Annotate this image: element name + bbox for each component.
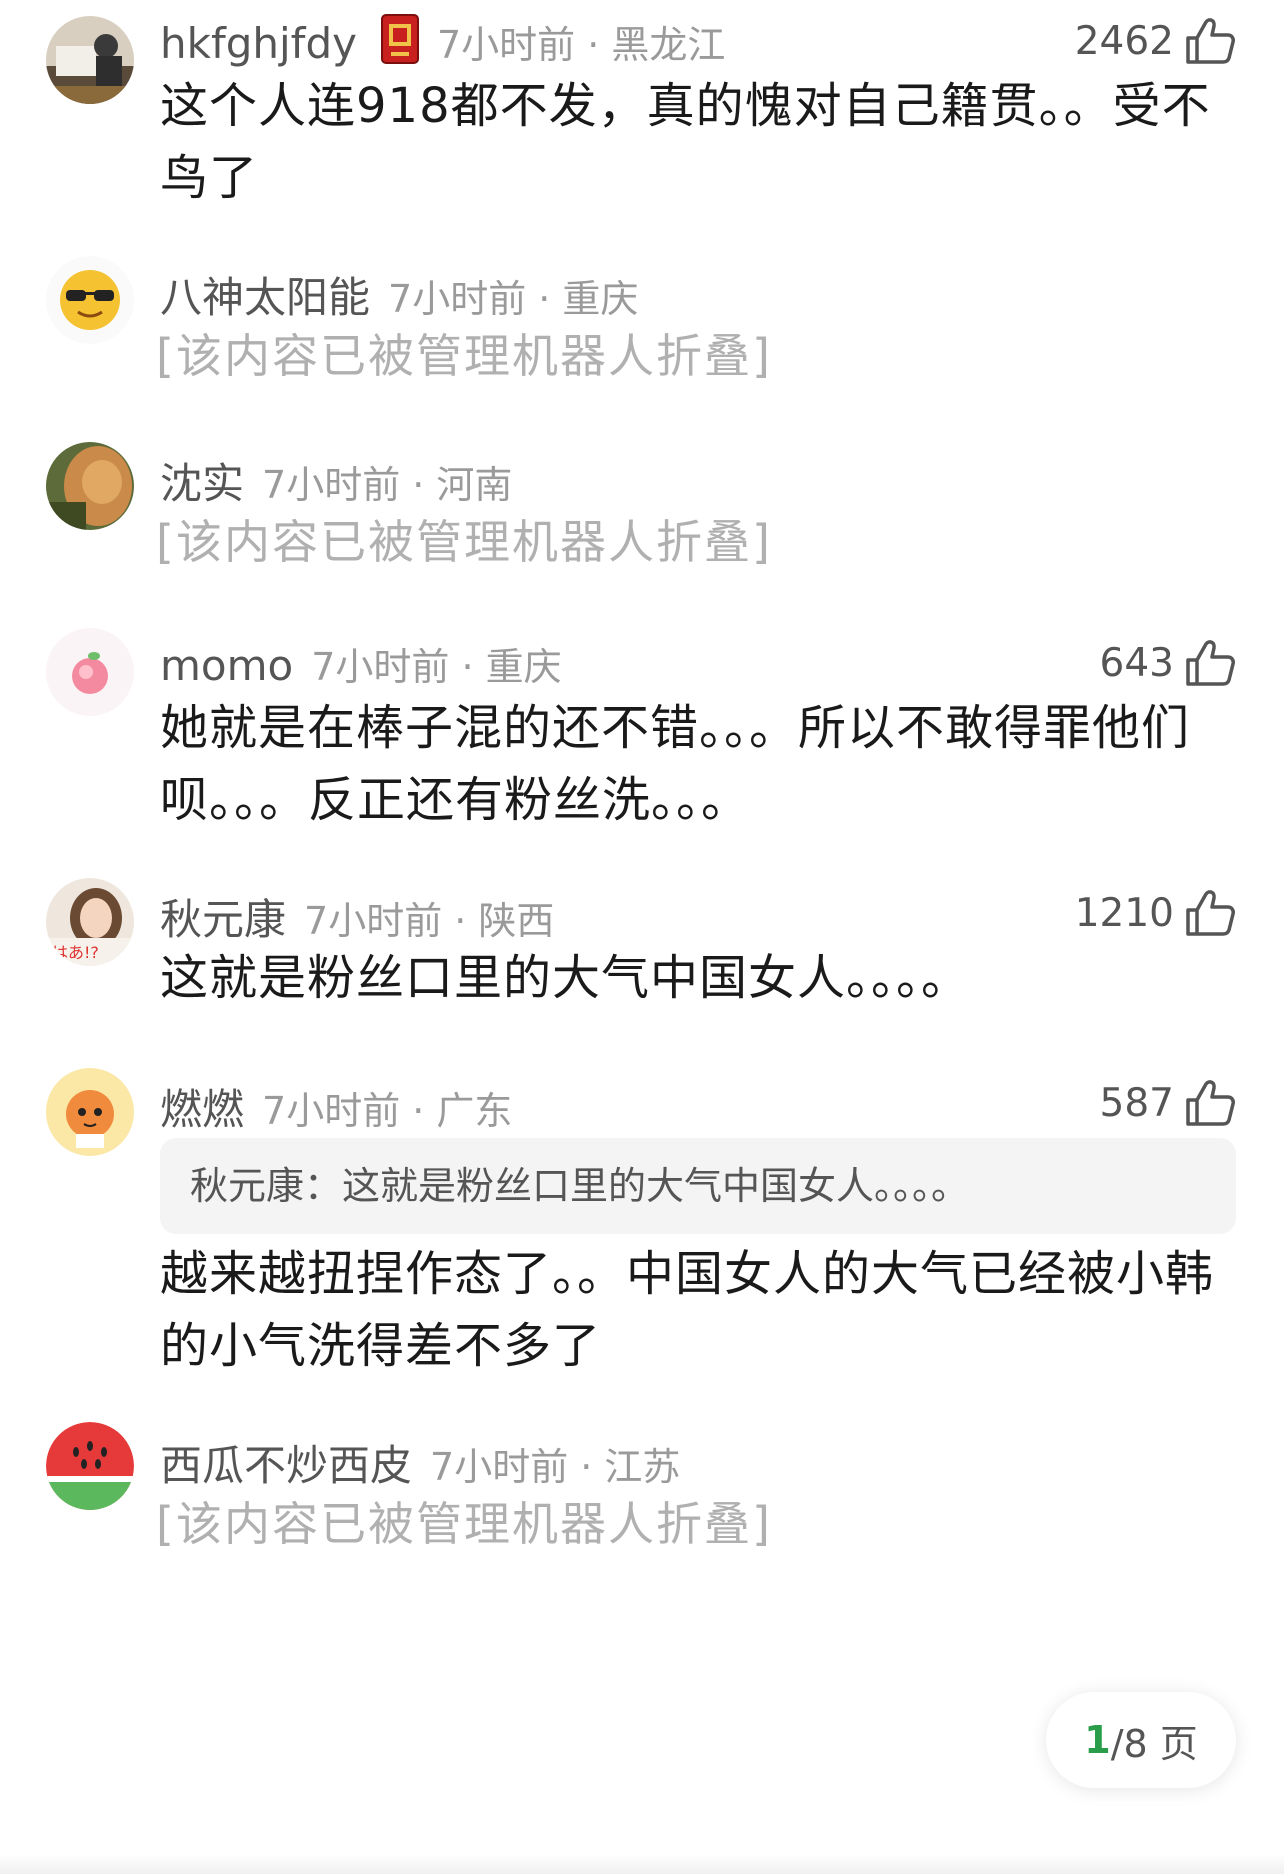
folded-content-notice[interactable]: [该内容已被管理机器人折叠] [156,1488,772,1554]
like-count: 643 [1099,640,1174,686]
comment-meta: 八神太阳能 7小时前 · 重庆 [160,264,638,322]
like-count: 1210 [1074,890,1174,936]
username[interactable]: 燃燃 [160,1076,244,1137]
thumbs-up-icon [1184,16,1236,66]
comment-meta: momo 7小时前 · 重庆 [160,636,562,690]
folded-content-notice[interactable]: [该内容已被管理机器人折叠] [156,506,772,572]
avatar[interactable] [46,1068,134,1156]
comment-text: 这个人连918都不发，真的愧对自己籍贯。。受不鸟了 [160,78,1211,206]
svg-text:はあ!?: はあ!? [52,943,99,962]
current-page: 1 [1084,1718,1111,1762]
comment-meta: 秋元康 7小时前 · 陕西 [160,886,554,944]
total-pages: /8 页 [1110,1721,1198,1766]
comment-meta: 燃燃 7小时前 · 广东 [160,1076,512,1134]
avatar[interactable] [46,16,134,104]
avatar[interactable]: はあ!? [46,878,134,966]
username[interactable]: 沈实 [160,450,244,511]
username[interactable]: 八神太阳能 [160,264,370,325]
avatar[interactable] [46,256,134,344]
time-location: 7小时前 · 重庆 [311,645,562,689]
thumbs-up-icon [1184,888,1236,938]
avatar[interactable] [46,1422,134,1510]
time-location: 7小时前 · 陕西 [304,899,555,943]
username[interactable]: 西瓜不炒西皮 [160,1432,412,1493]
like-button[interactable]: 587 [1100,1078,1236,1128]
girl-photo-icon: はあ!? [46,878,134,966]
like-count: 2462 [1074,18,1174,64]
comment-text: 这就是粉丝口里的大气中国女人。。。。 [160,950,971,1006]
cat-photo-icon [46,442,134,530]
comment-meta: 沈实 7小时前 · 河南 [160,450,512,508]
username[interactable]: hkfghjfdy [160,19,357,68]
comment-text: 越来越扭捏作态了。。中国女人的大气已经被小韩的小气洗得差不多了 [160,1246,1215,1374]
time-location: 7小时前 · 江苏 [430,1445,681,1489]
time-location: 7小时前 · 重庆 [388,277,639,321]
red-card-badge-icon [380,14,419,64]
like-button[interactable]: 1210 [1075,888,1236,938]
avatar[interactable] [46,628,134,716]
like-button[interactable]: 643 [1100,638,1236,688]
username[interactable]: momo [160,641,293,690]
time-location: 7小时前 · 河南 [262,463,513,507]
watermelon-icon [46,1422,134,1510]
comment-meta: 西瓜不炒西皮 7小时前 · 江苏 [160,1432,680,1490]
photo-avatar-icon [46,16,134,104]
like-count: 587 [1099,1080,1174,1126]
time-location: 7小时前 · 黑龙江 [436,23,726,67]
comment-meta: hkfghjfdy 7小时前 · 黑龙江 [160,14,725,68]
bottom-fade [0,1854,1284,1874]
like-button[interactable]: 2462 [1075,16,1236,66]
thumbs-up-icon [1184,638,1236,688]
peach-icon [46,628,134,716]
sunglasses-emoji-icon [46,256,134,344]
comment-text: 她就是在棒子混的还不错。。。所以不敢得罪他们呗。。。反正还有粉丝洗。。。 [160,700,1191,828]
page-indicator[interactable]: 1/8 页 [1046,1692,1236,1788]
time-location: 7小时前 · 广东 [262,1089,513,1133]
quoted-reply[interactable]: 秋元康：这就是粉丝口里的大气中国女人。。。。 [160,1138,1236,1234]
thumbs-up-icon [1184,1078,1236,1128]
username[interactable]: 秋元康 [160,886,286,947]
folded-content-notice[interactable]: [该内容已被管理机器人折叠] [156,320,772,386]
tiger-cartoon-icon [46,1068,134,1156]
avatar[interactable] [46,442,134,530]
